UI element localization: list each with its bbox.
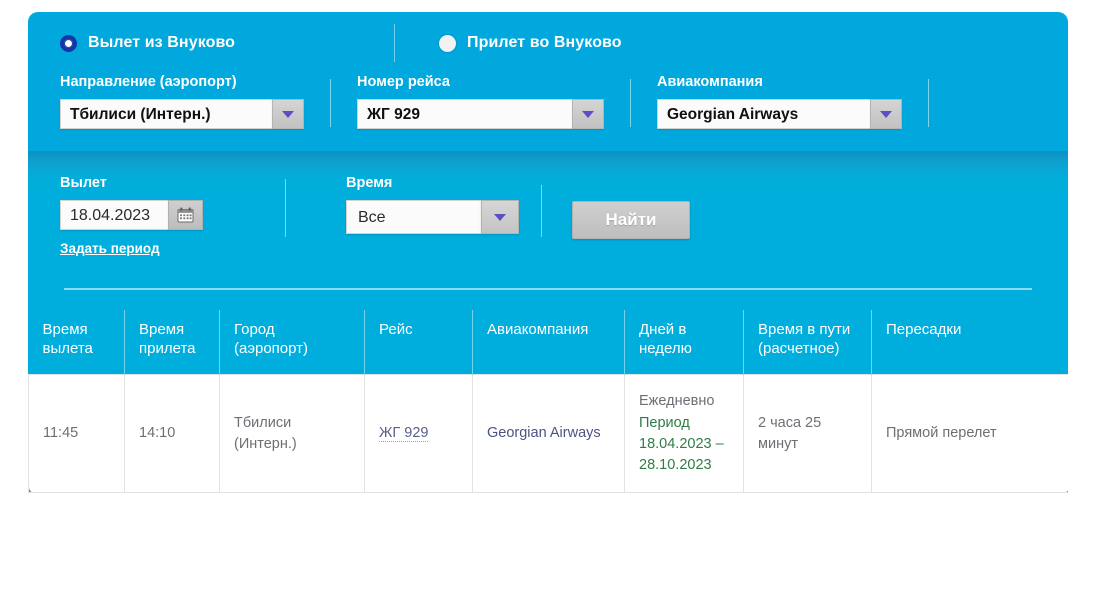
column-header-airline: Авиакомпания	[472, 310, 625, 375]
airline-field: Авиакомпания Georgian Airways	[657, 74, 902, 129]
cell-duration: 2 часа 25 минут	[743, 374, 872, 493]
destination-dropdown-button[interactable]	[272, 99, 304, 129]
radio-departure-from-vnukovo[interactable]: Вылет из Внуково	[60, 34, 370, 52]
schedule-table-zone: Время вылета Время прилета Город (аэропо…	[28, 290, 1068, 493]
destination-input[interactable]: Тбилиси (Интерн.)	[60, 99, 272, 129]
column-header-duration: Время в пути (расчетное)	[743, 310, 872, 375]
airline-input[interactable]: Georgian Airways	[657, 99, 870, 129]
column-header-days-per-week: Дней в неделю	[624, 310, 744, 375]
date-time-row: Вылет 18.04.2023 Задать период Время Все…	[28, 151, 1068, 256]
departure-date-field: Вылет 18.04.2023 Задать период	[60, 175, 203, 256]
search-fields-row: Направление (аэропорт) Тбилиси (Интерн.)…	[28, 74, 1068, 151]
date-time-divider	[285, 179, 286, 237]
set-period-link[interactable]: Задать период	[60, 241, 203, 256]
airline-label: Авиакомпания	[657, 74, 763, 90]
airline-link[interactable]: Georgian Airways	[487, 425, 601, 441]
field-divider-2	[630, 79, 631, 127]
flight-number-field: Номер рейса ЖГ 929	[357, 74, 604, 129]
flight-number-dropdown-button[interactable]	[572, 99, 604, 129]
search-panel-top: Вылет из Внуково Прилет во Внуково Напра…	[28, 12, 1068, 151]
cell-flight: ЖГ 929	[364, 374, 473, 493]
search-panel-bottom: Вылет 18.04.2023 Задать период Время Все…	[28, 151, 1068, 493]
radio-arrival-to-vnukovo[interactable]: Прилет во Внуково	[439, 34, 622, 52]
cell-arrival-time: 14:10	[124, 374, 220, 493]
table-header-row: Время вылета Время прилета Город (аэропо…	[29, 310, 1068, 375]
submit-field: Найти	[572, 175, 690, 239]
radio-departure-label: Вылет из Внуково	[88, 34, 236, 51]
field-divider-3	[928, 79, 929, 127]
field-divider-1	[330, 79, 331, 127]
chevron-down-icon	[494, 213, 506, 221]
search-panel: Вылет из Внуково Прилет во Внуково Напра…	[28, 12, 1068, 493]
time-filter-select[interactable]: Все	[346, 200, 481, 234]
frequency-text: Ежедневно	[639, 393, 715, 410]
flight-number-input[interactable]: ЖГ 929	[357, 99, 572, 129]
column-header-arrival-time: Время прилета	[124, 310, 220, 375]
chevron-down-icon	[582, 110, 594, 118]
column-header-flight: Рейс	[364, 310, 473, 375]
cell-city: Тбилиси (Интерн.)	[219, 374, 365, 493]
time-filter-label: Время	[346, 175, 393, 191]
radio-divider	[394, 24, 395, 62]
airline-dropdown-button[interactable]	[870, 99, 902, 129]
flight-schedule-page: Вылет из Внуково Прилет во Внуково Напра…	[0, 0, 1096, 596]
cell-transfers: Прямой перелет	[871, 374, 1068, 493]
search-submit-button[interactable]: Найти	[572, 201, 690, 239]
radio-selected-icon[interactable]	[60, 34, 77, 52]
cell-airline: Georgian Airways	[472, 374, 625, 493]
time-submit-divider	[541, 185, 542, 237]
direction-radio-row: Вылет из Внуково Прилет во Внуково	[28, 12, 1068, 74]
calendar-picker-button[interactable]	[168, 200, 203, 230]
destination-field: Направление (аэропорт) Тбилиси (Интерн.)	[60, 74, 304, 129]
departure-date-label: Вылет	[60, 175, 107, 191]
departure-date-input[interactable]: 18.04.2023	[60, 200, 168, 230]
period-text: Период 18.04.2023 – 28.10.2023	[639, 414, 724, 473]
destination-label: Направление (аэропорт)	[60, 74, 237, 90]
time-filter-dropdown-button[interactable]	[481, 200, 519, 234]
table-row: 11:45 14:10 Тбилиси (Интерн.) ЖГ 929 Geo…	[28, 374, 1068, 493]
flight-number-label: Номер рейса	[357, 74, 450, 90]
chevron-down-icon	[880, 110, 892, 118]
calendar-icon	[177, 207, 194, 223]
radio-arrival-label: Прилет во Внуково	[467, 34, 622, 51]
schedule-table: Время вылета Время прилета Город (аэропо…	[28, 310, 1068, 493]
cell-days-per-week: Ежедневно Период 18.04.2023 – 28.10.2023	[624, 374, 744, 493]
flight-number-link[interactable]: ЖГ 929	[379, 425, 429, 443]
cell-departure-time: 11:45	[28, 374, 125, 493]
radio-unselected-icon[interactable]	[439, 34, 456, 52]
column-header-city: Город (аэропорт)	[219, 310, 365, 375]
column-header-transfers: Пересадки	[871, 310, 1068, 375]
time-filter-field: Время Все	[346, 175, 519, 234]
chevron-down-icon	[282, 110, 294, 118]
column-header-departure-time: Время вылета	[42, 321, 93, 358]
